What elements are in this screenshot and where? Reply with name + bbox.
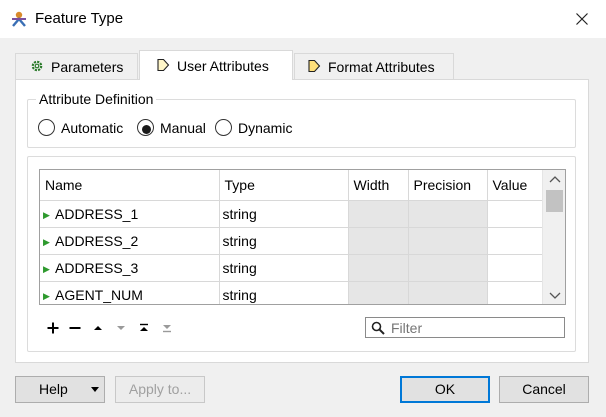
radio-manual-label: Manual	[160, 120, 206, 136]
tag-icon	[156, 58, 170, 72]
radio-circle	[215, 119, 232, 136]
cancel-button[interactable]: Cancel	[499, 376, 589, 403]
table-row[interactable]: ▶ ADDRESS_3 string	[40, 254, 544, 282]
attribute-name: AGENT_NUM	[55, 286, 143, 303]
tab-format-attributes[interactable]: Format Attributes	[294, 53, 454, 80]
radio-dot	[142, 125, 151, 134]
row-expand-icon[interactable]: ▶	[43, 264, 55, 275]
radio-automatic-label: Automatic	[61, 120, 124, 136]
name-cell[interactable]: ▶ ADDRESS_2	[40, 227, 220, 255]
width-cell	[348, 254, 409, 282]
move-bottom-button[interactable]	[158, 320, 176, 336]
column-header-precision[interactable]: Precision	[408, 170, 488, 201]
type-cell[interactable]: string	[219, 200, 349, 228]
name-cell[interactable]: ▶ ADDRESS_3	[40, 254, 220, 282]
filter-box[interactable]	[365, 317, 565, 338]
table-row[interactable]: ▶ ADDRESS_2 string	[40, 227, 544, 255]
value-cell[interactable]	[487, 254, 544, 282]
move-top-button[interactable]	[135, 320, 153, 336]
table-row[interactable]: ▶ AGENT_NUM string	[40, 281, 544, 304]
value-cell[interactable]	[487, 281, 544, 304]
column-header-type[interactable]: Type	[219, 170, 349, 201]
value-cell[interactable]	[487, 227, 544, 255]
radio-circle	[137, 119, 154, 136]
scrollbar-thumb[interactable]	[546, 190, 563, 212]
remove-attribute-button[interactable]	[66, 320, 84, 336]
column-header-width[interactable]: Width	[348, 170, 409, 201]
attribute-name: ADDRESS_2	[55, 232, 139, 249]
width-cell	[348, 281, 409, 304]
radio-dynamic[interactable]: Dynamic	[215, 118, 295, 138]
apply-to-button[interactable]: Apply to...	[115, 376, 205, 403]
attribute-definition-title: Attribute Definition	[36, 91, 157, 107]
table-row[interactable]: ▶ ADDRESS_1 string	[40, 200, 544, 228]
radio-dynamic-label: Dynamic	[238, 120, 293, 136]
tab-user-attributes-label: User Attributes	[177, 58, 269, 74]
precision-cell	[408, 254, 488, 282]
plus-icon	[47, 322, 59, 334]
help-button-label: Help	[39, 381, 68, 397]
radio-circle	[38, 119, 55, 136]
attribute-name: ADDRESS_1	[55, 205, 139, 222]
add-attribute-button[interactable]	[44, 320, 62, 336]
tab-parameters[interactable]: Parameters	[15, 53, 138, 80]
column-header-name[interactable]: Name	[40, 170, 220, 201]
search-icon	[371, 321, 385, 335]
precision-cell	[408, 227, 488, 255]
move-up-button[interactable]	[89, 320, 107, 336]
gear-icon	[30, 59, 44, 73]
tab-parameters-label: Parameters	[51, 59, 124, 75]
close-icon	[576, 13, 588, 25]
table-header-row: Name Type Width Precision Value	[40, 170, 544, 201]
type-cell[interactable]: string	[219, 281, 349, 304]
fme-workbench-icon	[10, 10, 28, 28]
row-expand-icon[interactable]: ▶	[43, 237, 55, 248]
width-cell	[348, 200, 409, 228]
width-cell	[348, 227, 409, 255]
tab-format-attributes-label: Format Attributes	[328, 59, 435, 75]
name-cell[interactable]: ▶ AGENT_NUM	[40, 281, 220, 304]
scroll-up-icon[interactable]	[549, 175, 561, 185]
tab-user-attributes[interactable]: User Attributes	[139, 50, 293, 80]
attribute-name: ADDRESS_3	[55, 259, 139, 276]
column-header-value[interactable]: Value	[487, 170, 544, 201]
move-down-button[interactable]	[112, 320, 130, 336]
name-cell[interactable]: ▶ ADDRESS_1	[40, 200, 220, 228]
value-cell[interactable]	[487, 200, 544, 228]
help-button[interactable]: Help	[15, 376, 105, 403]
move-up-icon	[94, 326, 102, 330]
title-bar: Feature Type	[0, 0, 606, 38]
radio-manual[interactable]: Manual	[137, 118, 209, 138]
close-button[interactable]	[566, 4, 598, 34]
tag-icon	[307, 59, 321, 73]
filter-input[interactable]	[391, 319, 561, 336]
radio-automatic[interactable]: Automatic	[38, 118, 128, 138]
move-down-icon	[117, 326, 125, 330]
row-expand-icon[interactable]: ▶	[43, 291, 55, 302]
move-bottom-icon	[163, 325, 171, 333]
type-cell[interactable]: string	[219, 254, 349, 282]
row-expand-icon[interactable]: ▶	[43, 210, 55, 221]
scroll-down-icon[interactable]	[549, 290, 561, 300]
chevron-down-icon[interactable]	[91, 387, 99, 393]
type-cell[interactable]: string	[219, 227, 349, 255]
attribute-table: Name Type Width Precision Value ▶ ADDRESS…	[39, 169, 566, 305]
precision-cell	[408, 200, 488, 228]
table-scrollbar[interactable]	[542, 170, 565, 304]
minus-icon	[69, 327, 81, 329]
move-top-icon	[140, 323, 148, 331]
ok-button[interactable]: OK	[400, 376, 490, 403]
window-title: Feature Type	[35, 10, 124, 27]
precision-cell	[408, 281, 488, 304]
